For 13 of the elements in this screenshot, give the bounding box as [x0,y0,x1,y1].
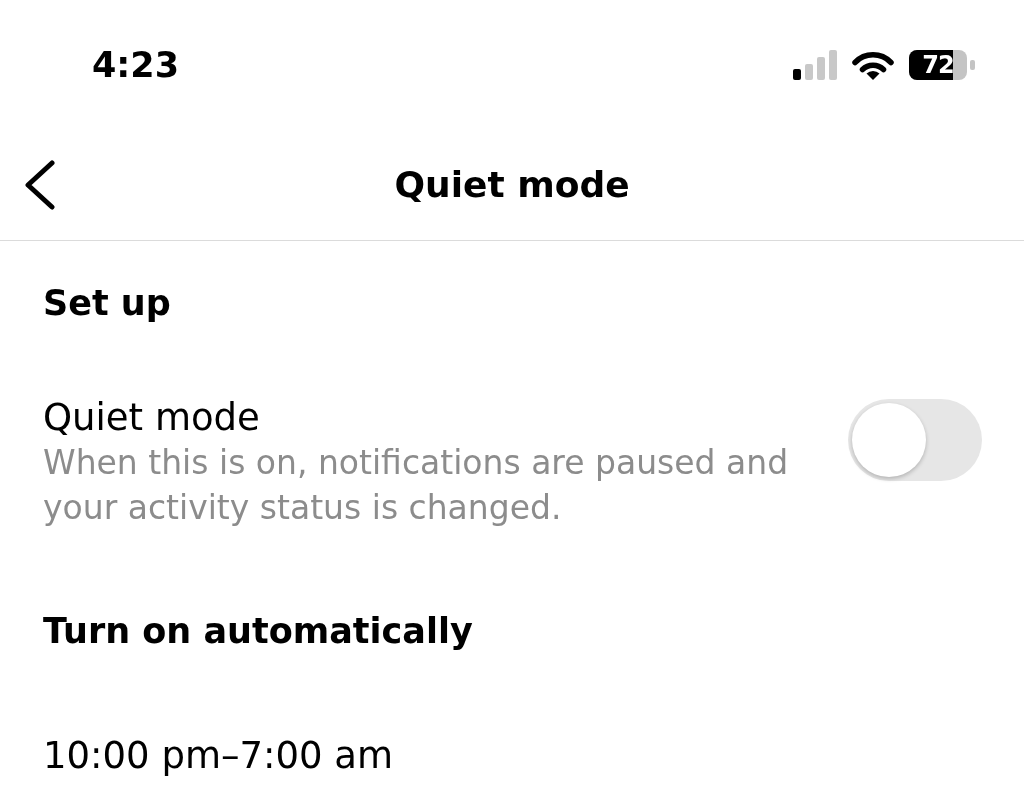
setting-label: Quiet mode [43,396,261,440]
chevron-left-icon [24,160,56,210]
signal-icon [793,50,837,80]
status-time: 4:23 [92,45,180,85]
setting-description: When this is on, notifications are paused and your activity status is changed. [43,442,790,529]
section-heading: Turn on automatically [43,610,474,652]
screen-title: Quiet mode [394,163,630,207]
wifi-icon [852,50,894,80]
battery-icon [909,50,975,80]
back-button[interactable] [22,159,58,211]
battery-percentage: 72 [922,50,954,80]
section-heading: Set up [43,282,172,324]
schedule-time-range[interactable]: 10:00 pm–7:00 am [43,734,393,778]
